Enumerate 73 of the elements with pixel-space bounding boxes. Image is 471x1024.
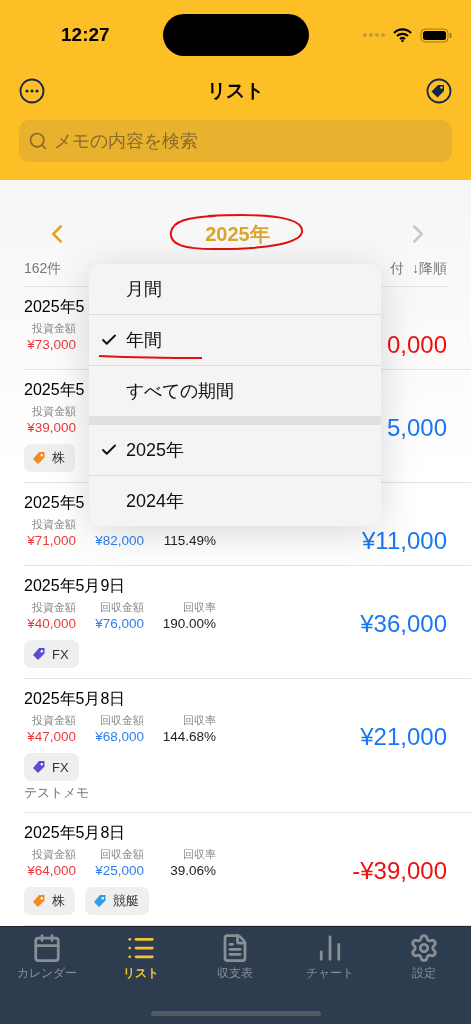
nav-title: リスト <box>207 79 264 103</box>
menu-item[interactable]: 2025年 <box>126 438 185 462</box>
metric-label: 回収率 <box>183 600 216 615</box>
wifi-icon <box>393 28 412 42</box>
menu-item[interactable]: 年間 <box>126 328 162 352</box>
metric-value: ¥68,000 <box>95 728 144 745</box>
metric-value: 115.49% <box>163 532 216 549</box>
profit-amount: ¥21,000 <box>360 723 447 751</box>
tab-item[interactable]: 収支表 <box>190 933 281 981</box>
metric-label: 投資金額 <box>32 321 76 336</box>
entry-date: 2025年5 <box>24 297 85 317</box>
metric-value: ¥71,000 <box>27 532 76 549</box>
entry-date: 2025年5月8日 <box>24 689 126 709</box>
metric-label: 投資金額 <box>32 517 76 532</box>
metric-label: 回収金額 <box>100 600 144 615</box>
tag-chip[interactable]: 競艇 <box>85 887 149 915</box>
settings-icon <box>408 933 439 963</box>
tag-icon[interactable] <box>426 78 452 104</box>
search-placeholder: メモの内容を検索 <box>54 130 198 153</box>
metric-value: ¥39,000 <box>27 419 76 436</box>
entry-date: 2025年5月8日 <box>24 823 126 843</box>
tab-item[interactable]: カレンダー <box>2 933 93 981</box>
tag-icon <box>32 894 46 908</box>
entry-date: 2025年5月9日 <box>24 576 126 596</box>
metric-value: 190.00% <box>162 615 216 632</box>
tab-item[interactable]: 設定 <box>378 933 469 981</box>
metric-label: 投資金額 <box>32 600 76 615</box>
calendar-icon <box>32 933 63 963</box>
metric-label: 投資金額 <box>32 404 76 419</box>
battery-icon <box>420 27 452 43</box>
entry-date: 2025年5 <box>24 493 85 513</box>
menu-item[interactable]: 2024年 <box>126 489 185 513</box>
menu-item[interactable]: 月間 <box>126 277 162 301</box>
metric-value: ¥64,000 <box>27 862 76 879</box>
metric-value: ¥76,000 <box>95 615 144 632</box>
record-count: 162件 <box>24 260 62 278</box>
metric-value: ¥73,000 <box>27 336 76 353</box>
metric-value: ¥40,000 <box>27 615 76 632</box>
signal-icon <box>363 33 385 37</box>
metric-label: 回収金額 <box>100 713 144 728</box>
more-icon[interactable] <box>19 78 45 104</box>
tag-icon <box>32 451 46 465</box>
profit-amount: 5,000 <box>386 414 447 442</box>
tag-icon <box>93 894 107 908</box>
metric-value: 39.06% <box>170 862 216 879</box>
metric-value: ¥47,000 <box>27 728 76 745</box>
status-time: 12:27 <box>61 24 110 46</box>
metric-label: 回収率 <box>183 713 216 728</box>
tag-icon <box>32 760 46 774</box>
metric-label: 投資金額 <box>32 847 76 862</box>
menu-item[interactable]: すべての期間 <box>126 379 234 403</box>
profit-amount: -¥39,000 <box>352 857 447 885</box>
profit-amount: ¥11,000 <box>362 527 447 555</box>
metric-value: ¥82,000 <box>95 532 144 549</box>
memo-text: テストメモ <box>24 784 89 802</box>
sort-field[interactable]: 付 <box>390 260 404 278</box>
metric-value: ¥25,000 <box>95 862 144 879</box>
entry-date: 2025年5 <box>24 380 85 400</box>
sort-order[interactable]: ↓降順 <box>412 260 447 278</box>
profit-amount: ¥36,000 <box>360 610 447 638</box>
metric-label: 回収金額 <box>100 847 144 862</box>
tag-chip[interactable]: 株 <box>24 887 75 915</box>
metric-label: 回収率 <box>183 847 216 862</box>
tag-chip[interactable]: FX <box>24 640 79 668</box>
tab-item[interactable]: チャート <box>284 933 375 981</box>
tag-chip[interactable]: FX <box>24 753 79 781</box>
metric-label: 投資金額 <box>32 713 76 728</box>
tag-chip[interactable]: 株 <box>24 444 75 472</box>
profit-amount: 0,000 <box>386 331 447 359</box>
search-icon <box>28 131 48 151</box>
tab-item[interactable]: リスト <box>96 933 187 981</box>
metric-value: 144.68% <box>162 728 216 745</box>
tag-icon <box>32 647 46 661</box>
